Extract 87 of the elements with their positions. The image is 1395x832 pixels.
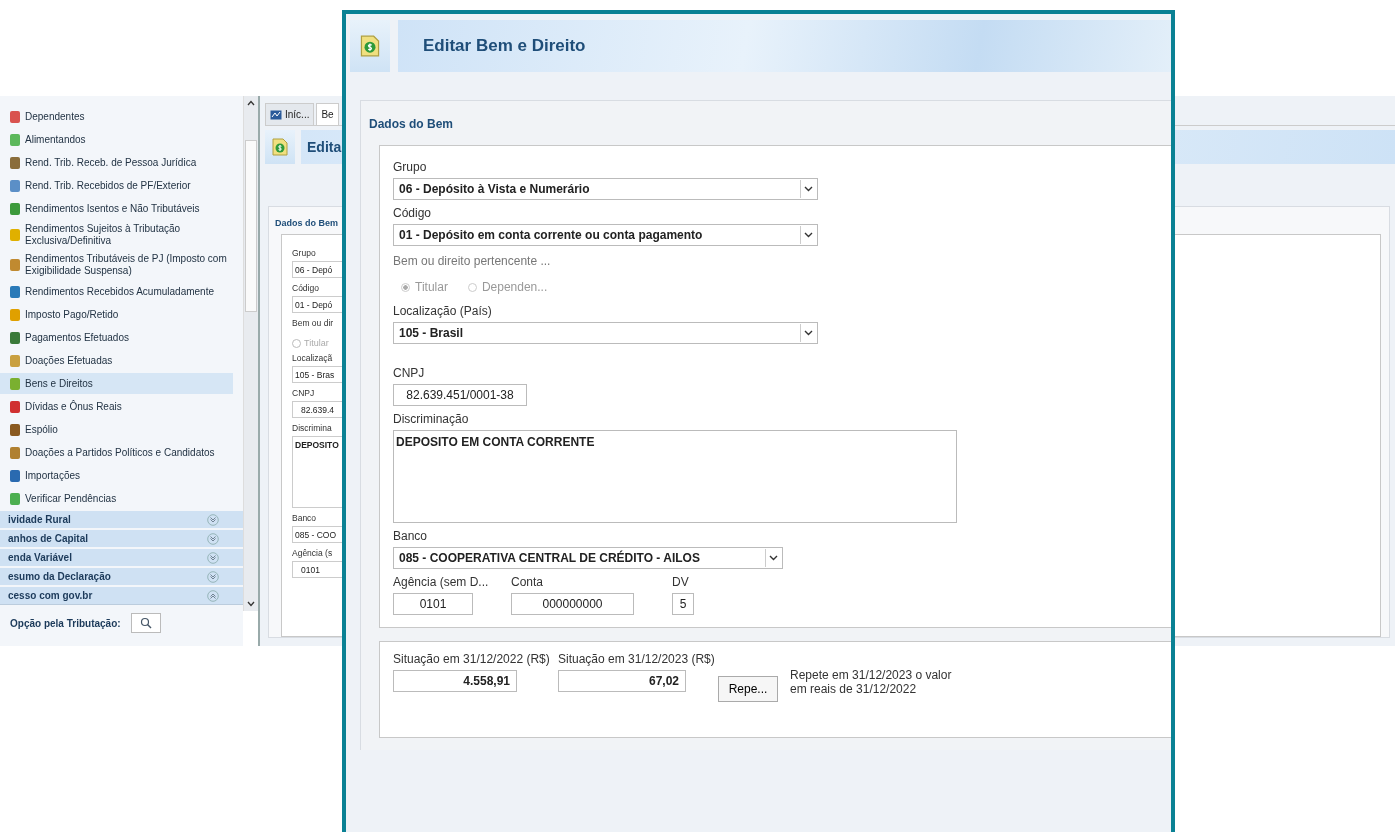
item-icon [10, 331, 20, 344]
field-label: Grupo [292, 248, 316, 259]
field-label: Discrimina [292, 423, 332, 434]
sidebar-item[interactable]: Espólio [0, 419, 233, 440]
option-label: Opção pela Tributação: [10, 617, 121, 629]
item-icon [10, 377, 20, 390]
field-label: Localização (País) [393, 304, 493, 318]
sidebar-item[interactable]: Doações Efetuadas [0, 350, 233, 371]
item-icon [10, 446, 20, 459]
dropdown[interactable]: 06 - Depósito à Vista e Numerário [393, 178, 818, 200]
section-header[interactable]: ividade Rural [0, 511, 243, 528]
input-field[interactable]: 0101 [393, 593, 473, 615]
sidebar-item[interactable]: Dependentes [0, 106, 233, 127]
dropdown[interactable]: 01 - Depósito em conta corrente ou conta pagamento [393, 224, 818, 246]
field-label: Bem ou direito pertencente ... [393, 254, 552, 268]
field-label: Código [393, 206, 433, 220]
sidebar-item[interactable]: Alimentandos [0, 129, 233, 150]
item-icon [10, 308, 20, 321]
field-label: Agência (s [292, 548, 333, 559]
item-icon [10, 400, 20, 413]
sidebar-item[interactable]: Rend. Trib. Recebidos de PF/Exterior [0, 175, 233, 196]
section-title: Dados do Bem [274, 217, 338, 230]
sidebar-item[interactable]: Rend. Trib. Receb. de Pessoa Jurídica [0, 152, 233, 173]
search-icon [139, 617, 152, 629]
input-field[interactable]: 5 [672, 593, 694, 615]
section-header[interactable]: enda Variável [0, 549, 243, 566]
chevron-down-icon [804, 186, 813, 192]
sidebar-item[interactable]: Importações [0, 465, 233, 486]
section-header[interactable]: cesso com gov.br [0, 587, 243, 604]
text-area[interactable]: DEPOSITO EM CONTA CORRENTE [393, 430, 957, 523]
item-icon [10, 179, 20, 192]
section-title: Dados do Bem [368, 116, 454, 133]
chevron-down-icon [804, 330, 813, 336]
chevron-down-icon [804, 232, 813, 238]
sidebar-item[interactable]: Rendimentos Recebidos Acumuladamente [0, 281, 233, 302]
item-icon [10, 354, 20, 367]
sidebar-item[interactable]: Pagamentos Efetuados [0, 327, 233, 348]
field-label: Agência (sem D... [393, 575, 489, 589]
sidebar-item[interactable]: Rendimentos Isentos e Não Tributáveis [0, 198, 233, 219]
input-field[interactable]: 4.558,91 [393, 670, 517, 692]
money-document-icon [272, 138, 288, 156]
field-label: DV [672, 575, 689, 589]
window-icon [270, 109, 282, 120]
item-icon [10, 423, 20, 436]
field-label: Código [292, 283, 319, 294]
repeat-button[interactable]: Repe... [718, 676, 778, 702]
item-icon [10, 229, 20, 241]
chevron-down-icon [769, 555, 778, 561]
tab[interactable]: Be [316, 103, 339, 125]
field-label: Banco [292, 513, 317, 524]
field-label: CNPJ [393, 366, 426, 380]
field-label: Bem ou dir [292, 318, 334, 329]
field-label: Localizaçã [292, 353, 333, 364]
input-field[interactable]: 67,02 [558, 670, 686, 692]
search-button[interactable] [130, 613, 161, 633]
sidebar-item[interactable]: Bens e Direitos [0, 373, 233, 394]
sidebar-item[interactable]: Rendimentos Tributáveis de PJ (Imposto com Exigibilidade Suspensa) [0, 251, 233, 279]
item-icon [10, 469, 20, 482]
sidebar-item[interactable]: Rendimentos Sujeitos à Tributação Exclusiva/Definitiva [0, 221, 233, 249]
field-label: Banco [393, 529, 429, 543]
item-icon [10, 492, 20, 505]
field-label: Discriminação [393, 412, 470, 426]
item-icon [10, 285, 20, 298]
item-icon [10, 259, 20, 271]
scrollbar[interactable] [243, 96, 258, 611]
field-label: Situação em 31/12/2022 (R$) [393, 652, 550, 666]
field-label: CNPJ [292, 388, 315, 399]
dropdown[interactable]: 105 - Brasil [393, 322, 818, 344]
sidebar-item[interactable]: Imposto Pago/Retido [0, 304, 233, 325]
sidebar-item[interactable]: Doações a Partidos Políticos e Candidatos [0, 442, 233, 463]
dropdown[interactable]: 085 - COOPERATIVA CENTRAL DE CRÉDITO - AILOS [393, 547, 783, 569]
field-label: Conta [511, 575, 544, 589]
section-header[interactable]: esumo da Declaração [0, 568, 243, 585]
item-icon [10, 202, 20, 215]
title-bar: Editar Bem e Direito [398, 20, 1171, 72]
money-document-icon [360, 35, 380, 57]
tab[interactable]: Iníc... [265, 103, 315, 125]
input-field[interactable]: 000000000 [511, 593, 634, 615]
item-icon [10, 156, 20, 169]
repeat-note: Repete em 31/12/2023 o valor em reais de 31/12/2022 [790, 668, 953, 696]
item-icon [10, 110, 20, 123]
input-field[interactable]: 82.639.451/0001-38 [393, 384, 527, 406]
sidebar-item[interactable]: Verificar Pendências [0, 488, 233, 509]
field-label: Situação em 31/12/2023 (R$) [558, 652, 715, 666]
sidebar-item[interactable]: Dívidas e Ônus Reais [0, 396, 233, 417]
item-icon [10, 133, 20, 146]
section-header[interactable]: anhos de Capital [0, 530, 243, 547]
